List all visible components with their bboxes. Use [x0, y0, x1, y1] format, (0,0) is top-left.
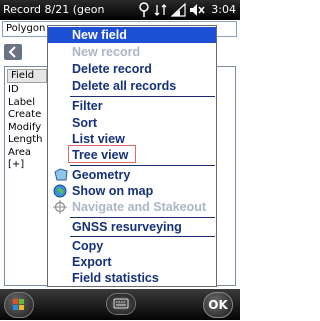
menu-item-gnss-resurveying[interactable]: GNSS resurveying — [48, 219, 216, 235]
keyboard-icon — [113, 298, 129, 309]
field-list: ID Label Create Modify Length Area [+] — [8, 84, 43, 172]
window-title: Record 8/21 (geon — [3, 3, 105, 16]
crosshair-icon — [53, 200, 67, 214]
context-menu: New field New record Delete record Delet… — [47, 25, 217, 287]
menu-item-show-on-map[interactable]: Show on map — [48, 183, 216, 199]
menu-item-geometry[interactable]: Geometry — [48, 167, 216, 183]
polygon-icon — [54, 168, 68, 181]
list-item[interactable]: Area — [8, 147, 43, 160]
list-item[interactable]: Length — [8, 134, 43, 147]
list-item[interactable]: Modify — [8, 122, 43, 135]
ok-button[interactable]: OK — [203, 292, 233, 318]
menu-separator — [70, 165, 215, 166]
menu-item-delete-all-records[interactable]: Delete all records — [48, 78, 216, 94]
globe-icon — [53, 184, 67, 198]
gps-signal-icon — [139, 2, 149, 17]
layer-select-value: Polygon — [6, 23, 46, 34]
menu-item-copy[interactable]: Copy — [48, 238, 216, 254]
list-item[interactable]: ID — [8, 84, 43, 97]
menu-separator — [70, 217, 215, 218]
menu-item-export[interactable]: Export — [48, 254, 216, 270]
signal-strength-icon — [171, 2, 186, 17]
chevron-left-icon — [8, 46, 16, 58]
menu-separator — [70, 96, 215, 97]
keyboard-button[interactable] — [106, 293, 136, 315]
volume-muted-icon — [190, 4, 205, 16]
menu-item-field-statistics[interactable]: Field statistics — [48, 270, 216, 286]
list-item[interactable]: [+] — [8, 159, 43, 172]
tree-view-highlight-box — [68, 145, 136, 163]
menu-item-navigate-stakeout[interactable]: Navigate and Stakeout — [48, 199, 216, 215]
column-header: Field — [7, 69, 47, 83]
menu-separator — [70, 236, 215, 237]
data-connection-icon — [154, 4, 167, 16]
menu-item-new-record[interactable]: New record — [48, 44, 216, 60]
clock: 3:04 — [211, 3, 236, 16]
menu-item-new-field[interactable]: New field — [48, 27, 216, 43]
windows-logo-icon — [13, 299, 24, 310]
menu-item-filter[interactable]: Filter — [48, 98, 216, 114]
start-button[interactable] — [4, 292, 34, 318]
list-item[interactable]: Create — [8, 109, 43, 122]
back-button[interactable] — [4, 44, 22, 60]
list-item[interactable]: Label — [8, 97, 43, 110]
title-bar: Record 8/21 (geon 3:04 — [0, 0, 240, 20]
menu-item-delete-record[interactable]: Delete record — [48, 61, 216, 77]
menu-item-sort[interactable]: Sort — [48, 115, 216, 131]
